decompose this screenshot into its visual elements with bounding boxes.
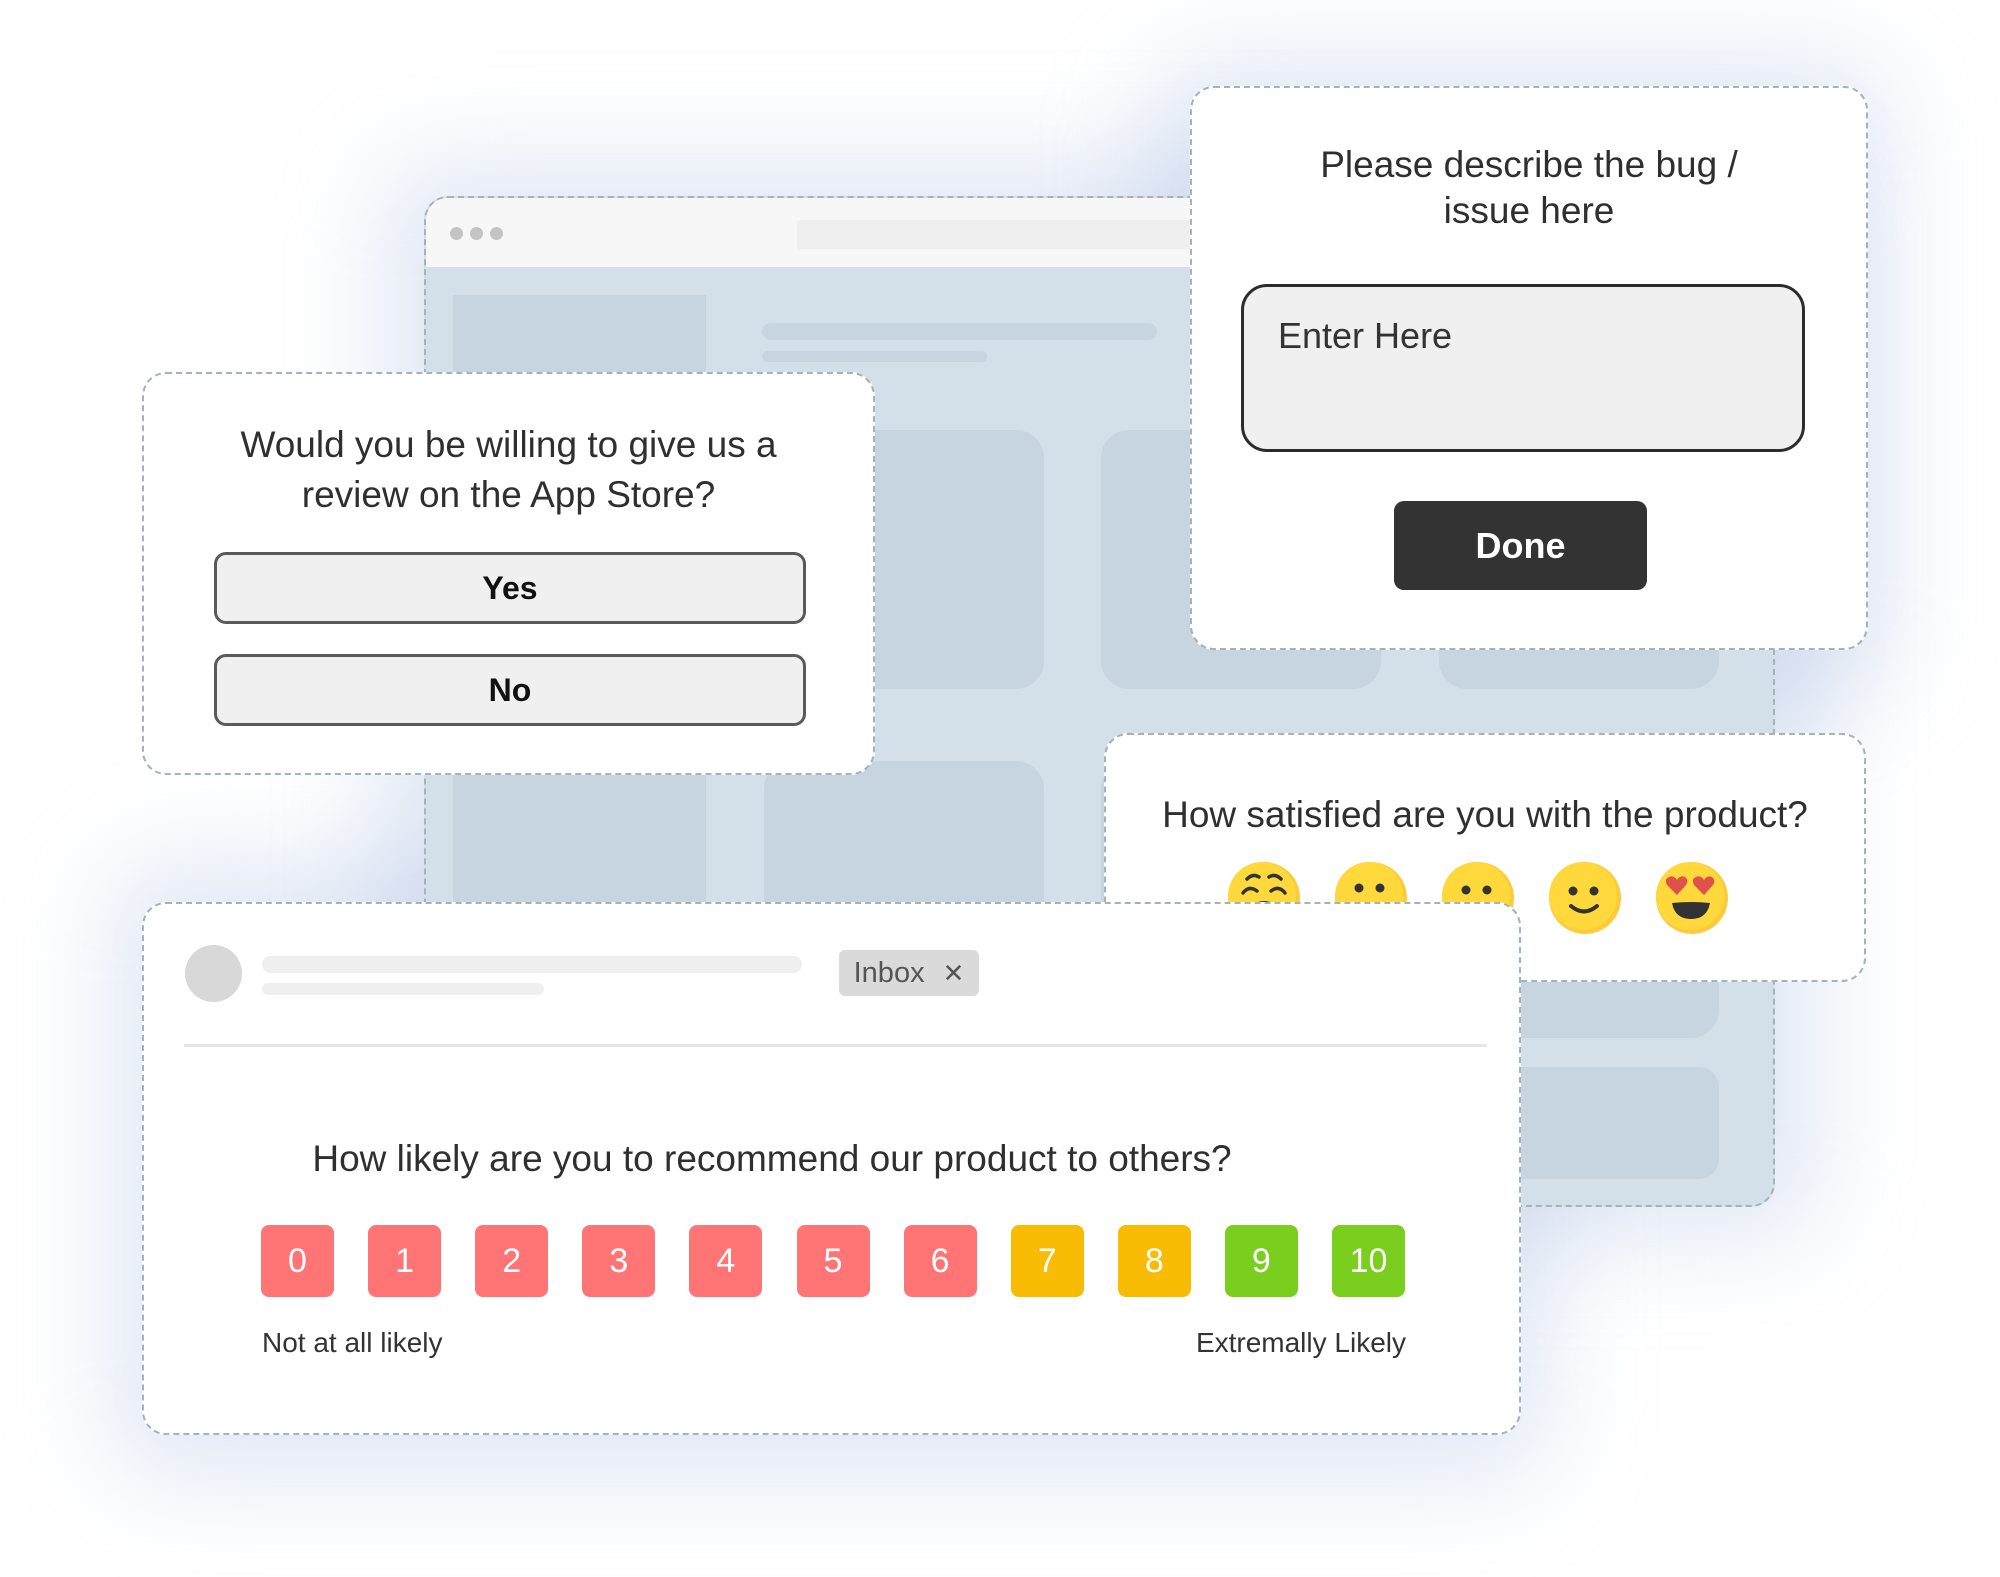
window-dot-icon — [470, 227, 483, 240]
review-question-line: review on the App Store? — [301, 474, 716, 515]
nps-min-label: Not at all likely — [262, 1327, 443, 1358]
heading-placeholder — [762, 323, 1157, 340]
no-button[interactable]: No — [214, 654, 806, 726]
nps-option-4[interactable]: 4 — [689, 1225, 763, 1297]
bug-report-card: Please describe the bug / issue here Ent… — [1190, 86, 1868, 650]
nps-option-3[interactable]: 3 — [582, 1225, 656, 1297]
app-store-review-card: Would you be willing to give us a review… — [142, 372, 875, 775]
nps-scale: 0 1 2 3 4 5 6 7 8 9 10 — [261, 1225, 1411, 1297]
nps-option-5[interactable]: 5 — [796, 1225, 870, 1297]
bug-title-line: issue here — [1443, 190, 1615, 231]
input-placeholder: Enter Here — [1278, 315, 1453, 356]
smiling-face-icon[interactable] — [1548, 861, 1622, 935]
bug-title-line: Please describe the bug / — [1320, 144, 1738, 185]
review-question-line: Would you be willing to give us a — [240, 424, 777, 465]
subject-placeholder — [262, 983, 544, 995]
close-icon[interactable]: ✕ — [943, 958, 965, 989]
heart-eyes-face-icon[interactable] — [1655, 861, 1729, 935]
done-button[interactable]: Done — [1394, 501, 1647, 590]
yes-button[interactable]: Yes — [214, 552, 806, 624]
bug-report-title: Please describe the bug / issue here — [1192, 142, 1866, 234]
satisfaction-question: How satisfied are you with the product? — [1162, 794, 1808, 835]
sender-name-placeholder — [262, 956, 802, 973]
nps-option-9[interactable]: 9 — [1224, 1225, 1298, 1297]
nps-option-8[interactable]: 8 — [1117, 1225, 1191, 1297]
email-nps-card: Inbox ✕ How likely are you to recommend … — [142, 902, 1521, 1435]
bug-description-input[interactable]: Enter Here — [1241, 284, 1805, 452]
review-question: Would you be willing to give us a review… — [144, 420, 873, 520]
window-dot-icon — [490, 227, 503, 240]
nps-option-7[interactable]: 7 — [1010, 1225, 1084, 1297]
nps-option-1[interactable]: 1 — [368, 1225, 442, 1297]
nps-option-6[interactable]: 6 — [903, 1225, 977, 1297]
nps-max-label: Extremally Likely — [1195, 1327, 1406, 1358]
sender-avatar — [185, 945, 242, 1002]
nps-option-0[interactable]: 0 — [261, 1225, 334, 1297]
nps-option-10[interactable]: 10 — [1332, 1225, 1405, 1297]
divider — [184, 1044, 1487, 1047]
window-dot-icon — [450, 227, 463, 240]
inbox-label-chip[interactable]: Inbox ✕ — [839, 950, 979, 996]
nps-question: How likely are you to recommend our prod… — [312, 1138, 1232, 1179]
subheading-placeholder — [762, 351, 987, 362]
nps-option-2[interactable]: 2 — [475, 1225, 549, 1297]
inbox-label: Inbox — [853, 956, 925, 989]
